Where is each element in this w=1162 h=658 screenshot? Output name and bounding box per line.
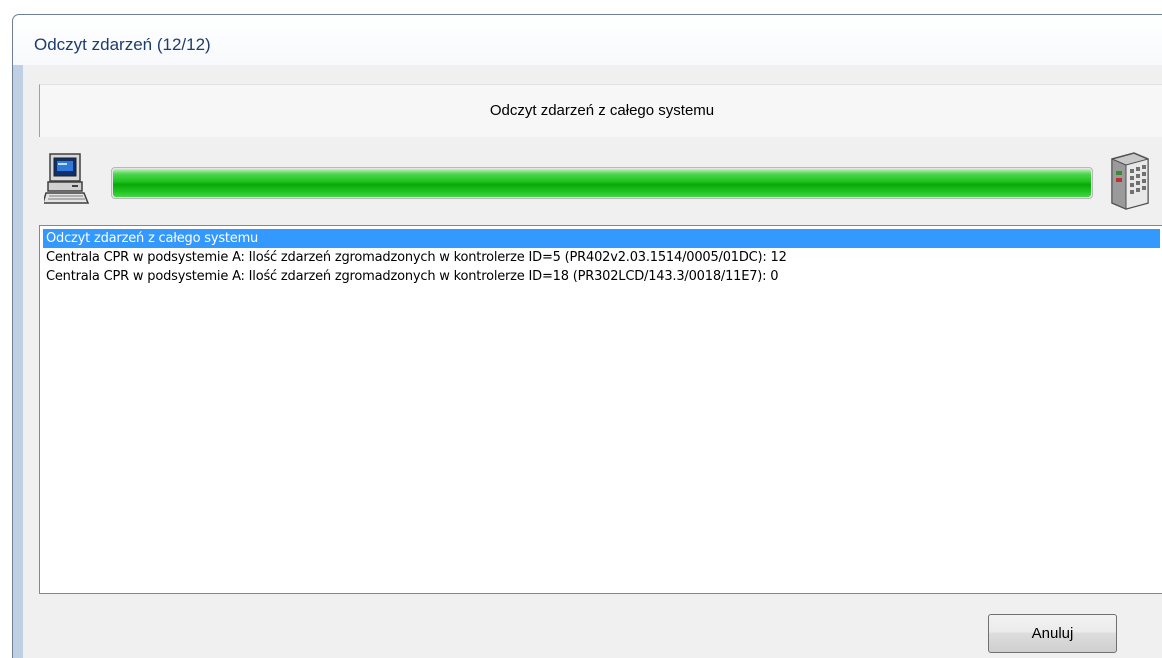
list-item[interactable]: Odczyt zdarzeń z całego systemu xyxy=(43,229,1160,248)
computer-icon xyxy=(44,153,90,204)
dialog-window: Odczyt zdarzeń (12/12) Odczyt zdarzeń z … xyxy=(12,14,1162,658)
dialog-body: Odczyt zdarzeń z całego systemu Odczyt z… xyxy=(23,65,1162,658)
header-panel: Odczyt zdarzeń z całego systemu xyxy=(39,84,1162,137)
access-controller-icon xyxy=(1111,152,1149,210)
list-item[interactable]: Centrala CPR w podsystemie A: Ilość zdar… xyxy=(43,248,1160,267)
cancel-button[interactable]: Anuluj xyxy=(988,614,1117,653)
progress-bar xyxy=(111,167,1093,199)
title-bar[interactable]: Odczyt zdarzeń (12/12) xyxy=(13,15,1162,65)
header-text: Odczyt zdarzeń z całego systemu xyxy=(489,102,715,119)
event-log-list[interactable]: Odczyt zdarzeń z całego systemu Centrala… xyxy=(39,225,1162,594)
list-item[interactable]: Centrala CPR w podsystemie A: Ilość zdar… xyxy=(43,267,1160,286)
progress-fill xyxy=(113,169,1091,197)
window-title: Odczyt zdarzeń (12/12) xyxy=(34,35,211,54)
